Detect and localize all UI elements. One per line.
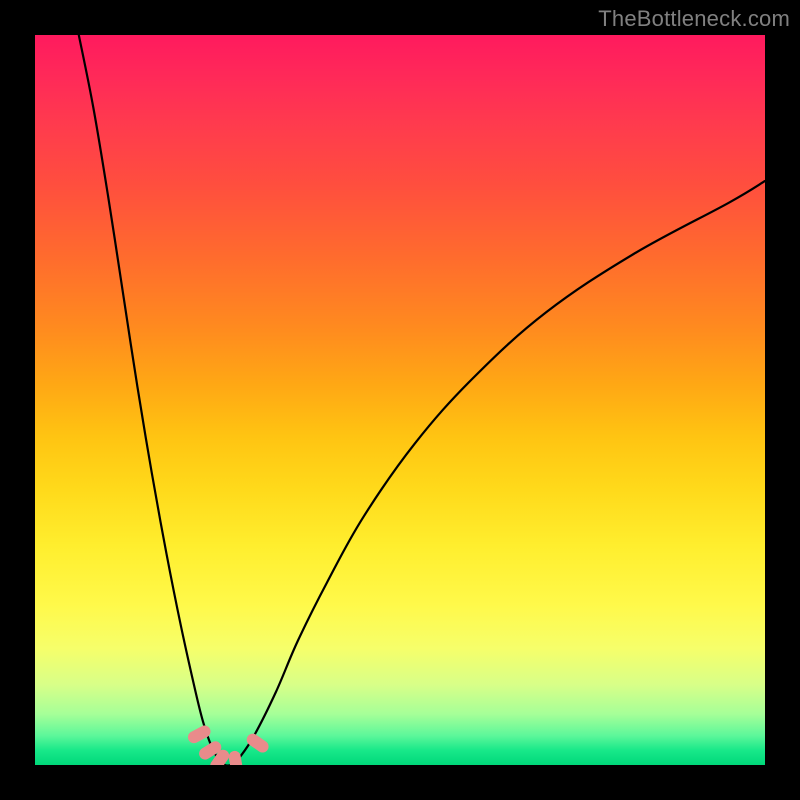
watermark-text: TheBottleneck.com xyxy=(598,6,790,32)
chart-stage: TheBottleneck.com xyxy=(0,0,800,800)
left-curve xyxy=(79,35,232,765)
plot-area xyxy=(35,35,765,765)
right-curve xyxy=(232,181,765,765)
trough-marker xyxy=(244,731,271,755)
trough-marker xyxy=(228,750,244,765)
curve-layer xyxy=(35,35,765,765)
